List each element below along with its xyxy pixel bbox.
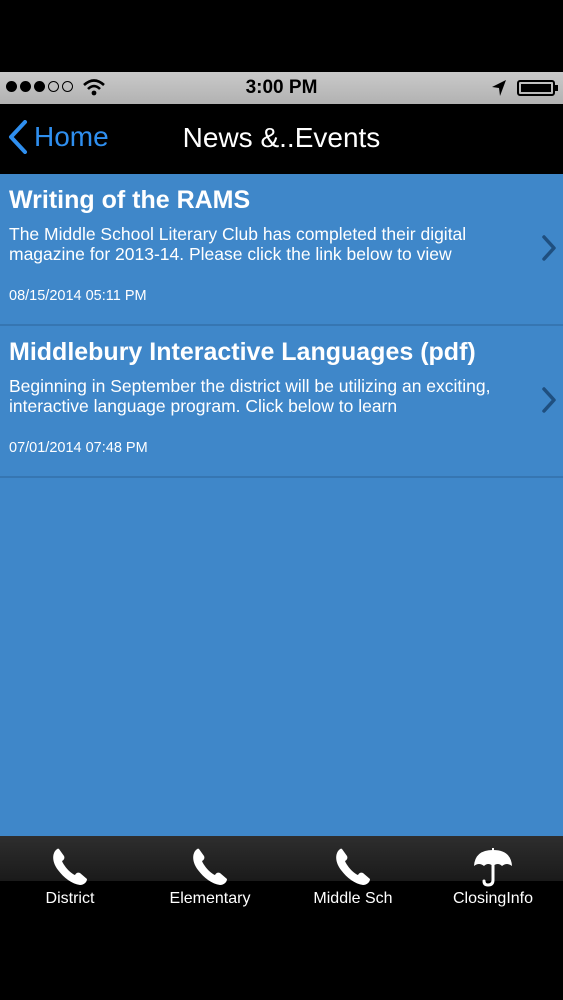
tab-middle-school[interactable]: Middle Sch [283,836,423,926]
news-item-body: Beginning in September the district will… [9,376,491,416]
battery-icon [517,80,558,96]
news-item-title: Middlebury Interactive Languages (pdf) [9,338,476,366]
tab-label: Middle Sch [313,890,393,907]
tab-label: Elementary [169,890,251,907]
news-item-title: Writing of the RAMS [9,186,251,214]
tab-district[interactable]: District [0,836,140,926]
location-arrow-icon [492,80,506,96]
page-title: News &..Events [182,122,381,153]
tab-label: District [45,890,95,907]
news-item-date: 08/15/2014 05:11 PM [9,288,147,304]
status-bar: 3:00 PM [0,72,563,104]
news-list: Writing of the RAMS The Middle School Li… [0,174,563,836]
tab-bar: District Elementary Middle Sch ClosingIn… [0,836,563,926]
tab-label: ClosingInfo [452,890,534,907]
navigation-bar: Home News &..Events [0,104,563,174]
chevron-right-icon [542,235,556,261]
news-item-middlebury-languages[interactable]: Middlebury Interactive Languages (pdf) B… [0,326,563,478]
chevron-right-icon [542,387,556,413]
status-time: 3:00 PM [245,77,318,98]
news-item-date: 07/01/2014 07:48 PM [9,440,148,456]
phone-icon [336,848,370,885]
umbrella-icon [474,848,512,887]
phone-icon [53,848,87,885]
news-item-writing-of-the-rams[interactable]: Writing of the RAMS The Middle School Li… [0,174,563,326]
news-item-body: The Middle School Literary Club has comp… [9,224,467,264]
phone-icon [193,848,227,885]
tab-elementary[interactable]: Elementary [140,836,280,926]
tab-closing-info[interactable]: ClosingInfo [423,836,563,926]
